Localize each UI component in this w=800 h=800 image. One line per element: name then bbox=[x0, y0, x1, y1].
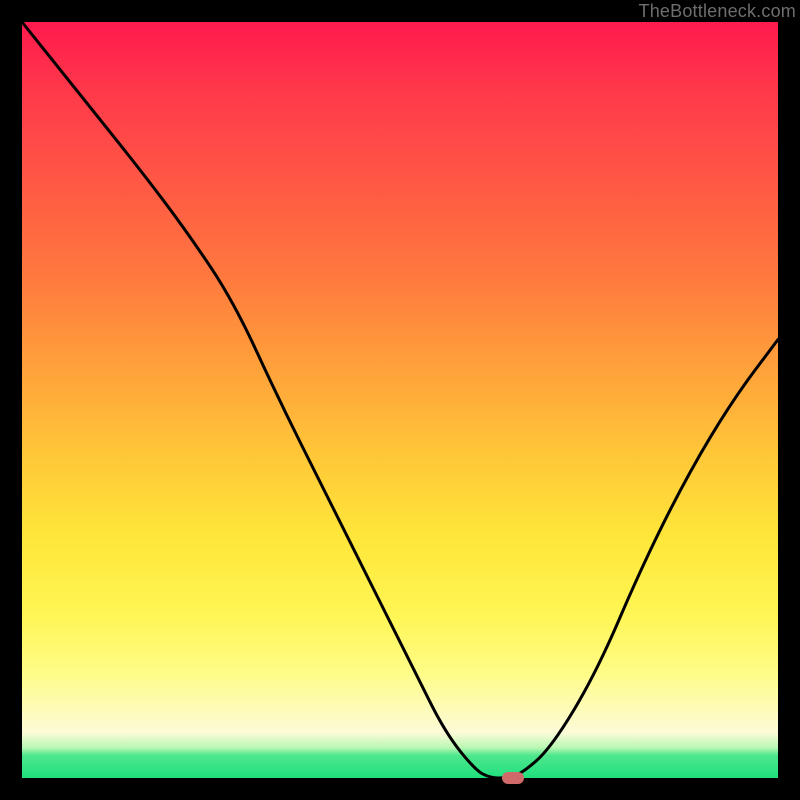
bottleneck-curve bbox=[22, 22, 778, 778]
watermark-text: TheBottleneck.com bbox=[639, 1, 796, 22]
optimal-point-marker bbox=[502, 772, 524, 784]
chart-plot-area bbox=[22, 22, 778, 778]
chart-frame: TheBottleneck.com bbox=[0, 0, 800, 800]
